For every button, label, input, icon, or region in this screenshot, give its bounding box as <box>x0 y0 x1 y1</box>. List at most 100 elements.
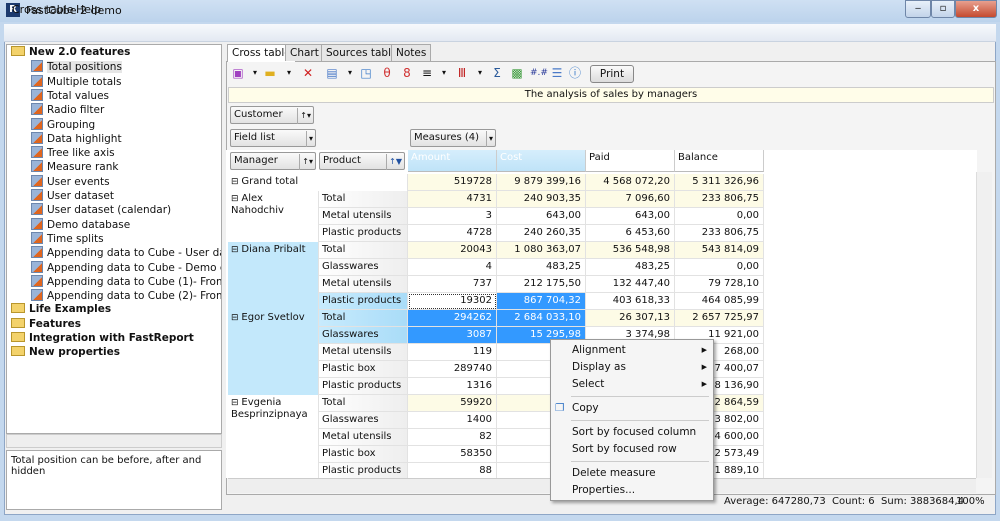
row-header-product[interactable]: Total <box>319 242 408 259</box>
row-header-product[interactable]: Glasswares <box>319 259 408 276</box>
collapse-rows-icon[interactable]: 8 <box>400 66 414 80</box>
customer-filter[interactable]: Customer ↑▾ <box>230 106 314 124</box>
row-totals-dropdown-icon[interactable]: ▾ <box>437 66 451 80</box>
row-header-product[interactable]: Plastic box <box>319 361 408 378</box>
table-cell[interactable]: 9 879 399,16 <box>497 174 586 191</box>
save-dropdown-icon[interactable]: ▾ <box>248 66 262 80</box>
table-cell[interactable]: 403 618,33 <box>586 293 675 310</box>
tree-item[interactable]: Measure rank <box>7 160 118 174</box>
highlight-icon[interactable]: ▩ <box>510 66 524 80</box>
table-cell[interactable]: 82 <box>408 429 497 446</box>
tree-horizontal-scrollbar[interactable] <box>6 434 222 448</box>
tree-item[interactable]: Features <box>7 317 81 332</box>
row-header-product[interactable]: Plastic box <box>319 446 408 463</box>
menu-item-display-as[interactable]: Display as <box>572 361 626 373</box>
tree-item[interactable]: New 2.0 features <box>7 46 130 60</box>
column-header-balance[interactable]: Balance <box>675 150 764 172</box>
tree-item[interactable]: User dataset (calendar) <box>7 203 171 217</box>
sort-filter-icon[interactable]: ↑▾ <box>297 108 311 124</box>
tree-item[interactable]: Demo database <box>7 217 130 232</box>
collapse-columns-icon[interactable]: θ <box>380 66 394 80</box>
table-cell[interactable]: 233 806,75 <box>675 191 764 208</box>
table-cell[interactable]: 88 <box>408 463 497 478</box>
table-cell[interactable]: 4731 <box>408 191 497 208</box>
tree-item[interactable]: Life Examples <box>7 303 111 317</box>
table-cell[interactable]: 643,00 <box>586 208 675 225</box>
table-cell[interactable]: 79 728,10 <box>675 276 764 293</box>
table-cell[interactable]: 483,25 <box>586 259 675 276</box>
row-header-product[interactable]: Plastic products <box>319 293 408 310</box>
tree-item[interactable]: Grouping <box>7 117 95 132</box>
menu-item-alignment[interactable]: Alignment <box>572 344 626 356</box>
table-cell[interactable]: 543 814,09 <box>675 242 764 259</box>
tab-chart[interactable]: Chart <box>285 44 324 61</box>
table-cell[interactable]: 7 096,60 <box>586 191 675 208</box>
row-header-manager[interactable]: ⊟ Diana Pribalt <box>228 242 319 310</box>
table-cell[interactable]: 233 806,75 <box>675 225 764 242</box>
table-cell[interactable]: 737 <box>408 276 497 293</box>
table-cell[interactable]: 289740 <box>408 361 497 378</box>
table-cell[interactable]: 1400 <box>408 412 497 429</box>
tree-item[interactable]: Data highlight <box>7 131 122 146</box>
tab-notes[interactable]: Notes <box>391 44 432 61</box>
table-cell[interactable]: 26 307,13 <box>586 310 675 327</box>
table-cell[interactable]: 240 903,35 <box>497 191 586 208</box>
menu-help[interactable]: Help <box>76 3 101 16</box>
column-header-cost[interactable]: Cost <box>497 150 586 172</box>
table-cell[interactable]: 6 453,60 <box>586 225 675 242</box>
collapse-icon[interactable]: ⊟ <box>231 177 241 187</box>
row-header-product[interactable]: Metal utensils <box>319 276 408 293</box>
row-header-product[interactable]: Metal utensils <box>319 429 408 446</box>
column-header-paid[interactable]: Paid <box>586 150 675 172</box>
table-cell[interactable]: 240 260,35 <box>497 225 586 242</box>
collapse-icon[interactable]: ⊟ <box>231 313 241 323</box>
menu-item-copy[interactable]: Copy <box>572 402 599 414</box>
field-list-dropdown[interactable]: Field list ▾ <box>230 129 316 147</box>
tree-item[interactable]: Multiple totals <box>7 74 122 89</box>
menu-cross-table[interactable]: Cross table <box>12 3 74 16</box>
row-header-manager[interactable]: ⊟ Egor Svetlov <box>228 310 319 395</box>
tree-item[interactable]: Appending data to Cube (2)- From Saved <box>7 289 221 303</box>
table-cell[interactable]: 119 <box>408 344 497 361</box>
tree-item[interactable]: Integration with FastReport <box>7 332 194 346</box>
table-cell[interactable]: 5 311 326,96 <box>675 174 764 191</box>
layout-dropdown-icon[interactable]: ▾ <box>343 66 357 80</box>
collapse-icon[interactable]: ⊟ <box>231 398 241 408</box>
table-cell[interactable]: 212 175,50 <box>497 276 586 293</box>
table-cell[interactable]: 0,00 <box>675 259 764 276</box>
tree-item[interactable]: Appending data to Cube - Demo database <box>7 260 221 275</box>
menu-item-select[interactable]: Select <box>572 378 604 390</box>
row-header-manager[interactable]: ⊟ Grand total <box>228 174 408 191</box>
close-button[interactable]: x <box>955 0 997 18</box>
column-totals-icon[interactable]: Ⅲ <box>455 66 469 80</box>
tree-item[interactable]: Appending data to Cube - User dataset <box>7 246 221 260</box>
row-header-product[interactable]: Metal utensils <box>319 344 408 361</box>
open-folder-icon[interactable]: ▬ <box>263 66 277 80</box>
row-header-product[interactable]: Plastic products <box>319 463 408 478</box>
menu-item-sort-by-row[interactable]: Sort by focused row <box>572 443 677 455</box>
table-cell[interactable]: 1316 <box>408 378 497 395</box>
table-cell[interactable]: 483,25 <box>497 259 586 276</box>
table-cell[interactable]: 4728 <box>408 225 497 242</box>
tree-item[interactable]: Total values <box>7 88 109 103</box>
table-cell[interactable]: 2 657 725,97 <box>675 310 764 327</box>
number-format-icon[interactable]: #.# <box>530 66 548 80</box>
vertical-scrollbar[interactable] <box>976 172 992 478</box>
row-header-product[interactable]: Total <box>319 310 408 327</box>
row-header-product[interactable]: Glasswares <box>319 412 408 429</box>
row-header-product[interactable]: Total <box>319 191 408 208</box>
layout-icon[interactable]: ▤ <box>325 66 339 80</box>
table-cell[interactable]: 4 <box>408 259 497 276</box>
collapse-icon[interactable]: ⊟ <box>231 194 241 204</box>
info-icon[interactable]: ⓘ <box>568 66 582 80</box>
table-cell[interactable]: 0,00 <box>675 208 764 225</box>
table-cell[interactable]: 519728 <box>408 174 497 191</box>
menu-item-delete-measure[interactable]: Delete measure <box>572 467 656 479</box>
row-header-product[interactable]: Plastic products <box>319 378 408 395</box>
tree-item[interactable]: User events <box>7 174 110 189</box>
row-header-manager[interactable]: ⊟ Alex Nahodchiv <box>228 191 319 242</box>
measures-dropdown[interactable]: Measures (4) ▾ <box>410 129 496 147</box>
table-cell[interactable]: 294262 <box>408 310 497 327</box>
tree-item[interactable]: Radio filter <box>7 103 104 117</box>
tree-item[interactable]: Time splits <box>7 231 104 246</box>
